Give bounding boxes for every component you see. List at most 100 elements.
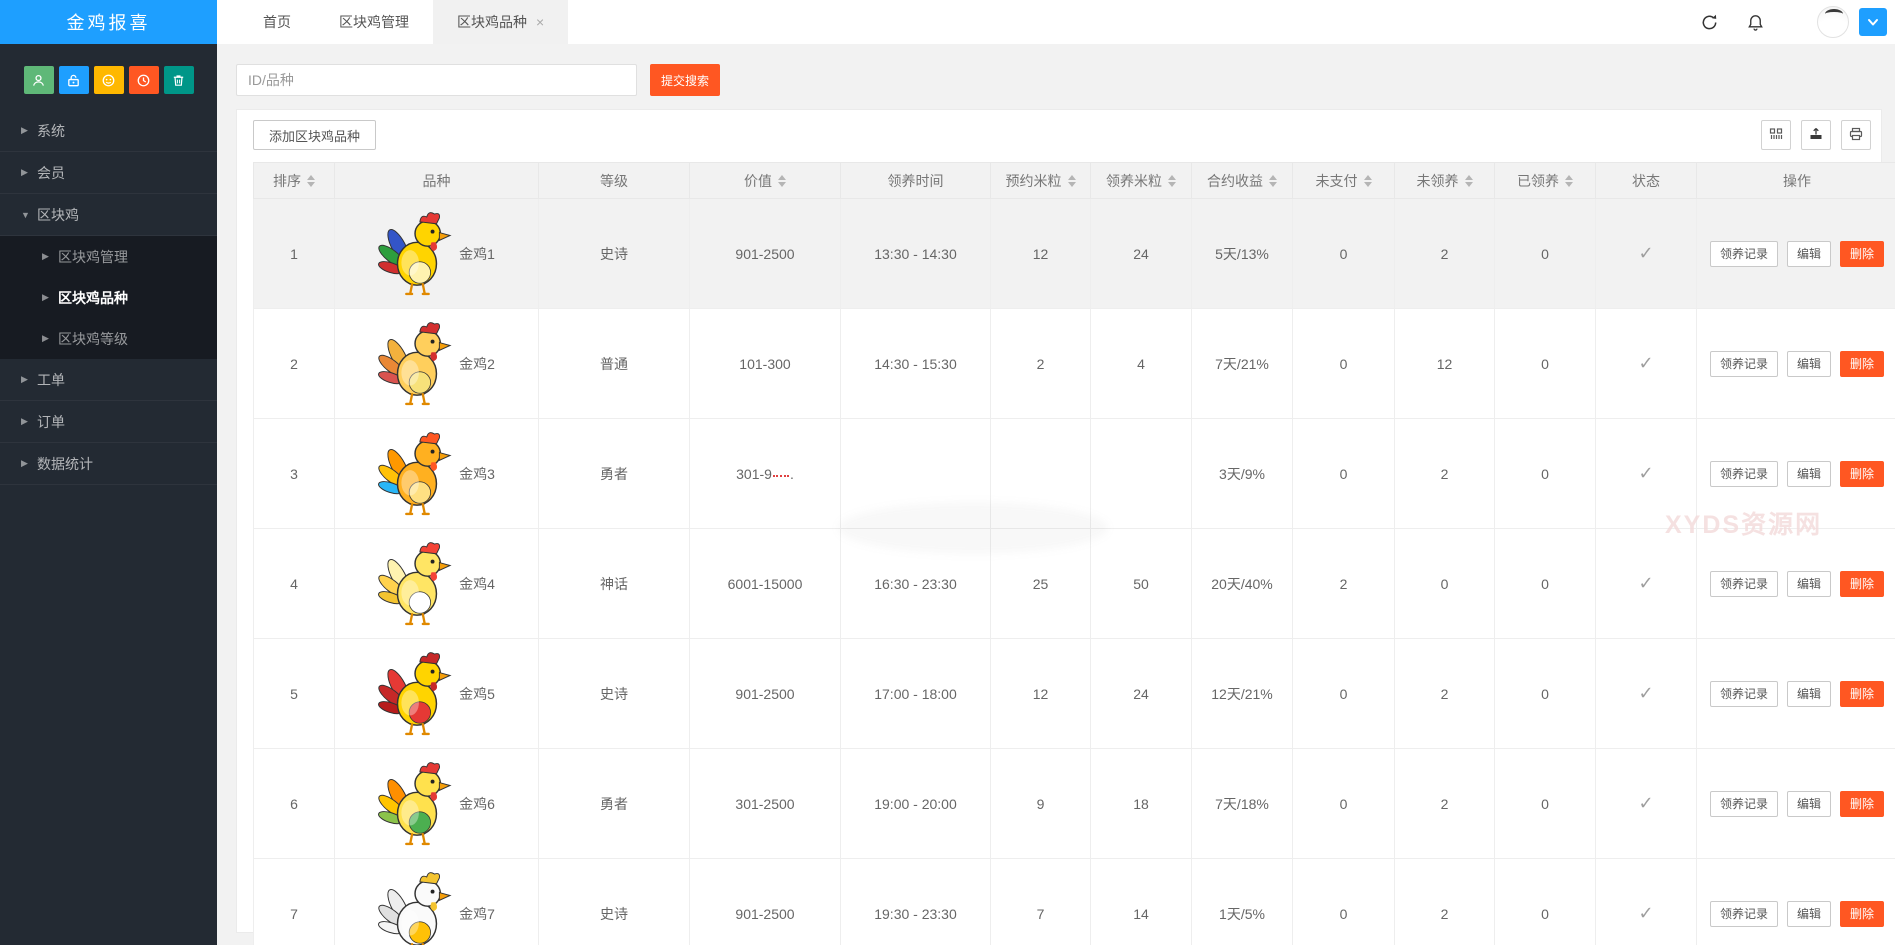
tab-label: 首页 xyxy=(263,14,291,30)
sort-icon[interactable] xyxy=(1067,174,1076,187)
sidebar-item-订单[interactable]: ▶ 订单 xyxy=(0,401,217,443)
delete-button[interactable]: 删除 xyxy=(1840,570,1885,597)
sort-icon[interactable] xyxy=(307,174,315,187)
tab-close-icon[interactable]: × xyxy=(536,15,544,29)
chicken-image xyxy=(378,651,452,735)
quick-trash-icon-button[interactable] xyxy=(163,66,194,94)
cell-value: 901-2500 xyxy=(689,858,841,945)
cell-value: 901-2500 xyxy=(735,245,795,262)
edit-button[interactable]: 编辑 xyxy=(1786,680,1831,707)
tab-首页[interactable]: 首页 xyxy=(239,0,315,44)
columns-icon xyxy=(1768,126,1784,145)
adopt-records-button[interactable]: 领养记录 xyxy=(1709,350,1778,377)
sidebar-item-会员[interactable]: ▶ 会员 xyxy=(0,152,217,194)
sort-icon[interactable] xyxy=(1168,174,1176,187)
sidebar-subitem-label: 区块鸡等级 xyxy=(58,330,128,347)
edit-button[interactable]: 编辑 xyxy=(1786,460,1831,487)
sidebar-item-工单[interactable]: ▶ 工单 xyxy=(0,359,217,401)
status-check-icon: ✓ xyxy=(1638,353,1654,373)
column-header-合约收益[interactable]: 合约收益 xyxy=(1191,162,1293,199)
column-header-领养米粒[interactable]: 领养米粒 xyxy=(1090,162,1192,199)
delete-button[interactable]: 删除 xyxy=(1840,680,1885,707)
refresh-icon[interactable] xyxy=(1693,6,1725,38)
cell-breed: 金鸡5 xyxy=(335,647,538,741)
tab-区块鸡品种[interactable]: 区块鸡品种 × xyxy=(433,0,569,44)
cell-contract-profit: 7天/18% xyxy=(1191,748,1293,859)
export-icon-button[interactable] xyxy=(1801,120,1831,150)
user-dropdown-button[interactable] xyxy=(1859,8,1887,36)
sort-icon[interactable] xyxy=(778,174,786,187)
edit-button[interactable]: 编辑 xyxy=(1786,350,1831,377)
sidebar-item-系统[interactable]: ▶ 系统 xyxy=(0,110,217,152)
sort-icon[interactable] xyxy=(1565,174,1573,187)
delete-button[interactable]: 删除 xyxy=(1840,240,1885,267)
sort-icon[interactable] xyxy=(1363,174,1372,187)
notifications-bell-icon[interactable] xyxy=(1739,6,1771,38)
user-avatar[interactable] xyxy=(1817,6,1849,38)
column-header-未领养[interactable]: 未领养 xyxy=(1394,162,1495,199)
sidebar-item-数据统计[interactable]: ▶ 数据统计 xyxy=(0,443,217,485)
cell-unpaid: 0 xyxy=(1292,858,1395,945)
cell-adopt-time: 19:00 - 20:00 xyxy=(840,748,991,859)
delete-button[interactable]: 删除 xyxy=(1840,790,1885,817)
cell-value: 301-9. xyxy=(689,418,841,529)
adopt-records-button[interactable]: 领养记录 xyxy=(1709,900,1778,927)
quick-user-icon-button[interactable] xyxy=(23,66,54,94)
column-header-未支付[interactable]: 未支付 xyxy=(1292,162,1395,199)
chevron-right-icon: ▶ xyxy=(21,125,28,135)
sidebar-subitem-区块鸡等级[interactable]: ▶ 区块鸡等级 xyxy=(0,318,217,359)
columns-icon-button[interactable] xyxy=(1761,120,1791,150)
column-header-预约米粒[interactable]: 预约米粒 xyxy=(990,162,1091,199)
sidebar-menu: ▶ 系统 ▶ 会员 ▼ 区块鸡 ▶ 区块鸡管理 ▶ 区块鸡品种 ▶ 区块鸡等级 ▶ 工单 ▶ 订单 ▶ 数据统计 xyxy=(0,110,217,485)
row-actions: 领养记录 编辑 删除 xyxy=(1697,900,1895,927)
chicken-image xyxy=(378,431,452,515)
column-header-已领养[interactable]: 已领养 xyxy=(1494,162,1596,199)
cell-value: 901-2500 xyxy=(735,905,795,922)
print-icon-button[interactable] xyxy=(1841,120,1871,150)
adopt-records-button[interactable]: 领养记录 xyxy=(1709,460,1778,487)
cell-unadopted: 2 xyxy=(1394,198,1495,309)
quick-lock-icon-button[interactable] xyxy=(58,66,89,94)
column-label: 领养时间 xyxy=(887,172,944,189)
column-header-领养时间: 领养时间 xyxy=(840,162,991,199)
chevron-right-icon: ▶ xyxy=(21,374,28,384)
tab-bar: 首页 区块鸡管理 区块鸡品种 × xyxy=(239,0,569,44)
adopt-records-button[interactable]: 领养记录 xyxy=(1709,240,1778,267)
quick-coin-icon-button[interactable] xyxy=(93,66,124,94)
tab-区块鸡管理[interactable]: 区块鸡管理 xyxy=(315,0,433,44)
breed-name: 金鸡7 xyxy=(459,905,495,922)
sidebar-subitem-区块鸡品种[interactable]: ▶ 区块鸡品种 xyxy=(0,277,217,318)
delete-button[interactable]: 删除 xyxy=(1840,350,1885,377)
cell-value: 6001-15000 xyxy=(727,575,803,592)
sidebar: 金鸡报喜 ▶ 系统 ▶ 会员 ▼ 区块鸡 ▶ 区块鸡管理 ▶ 区块鸡品种 ▶ 区块鸡等级 ▶ 工单 ▶ 订单 ▶… xyxy=(0,0,217,945)
quick-clock-icon-button[interactable] xyxy=(128,66,159,94)
clock-icon xyxy=(136,73,151,88)
edit-button[interactable]: 编辑 xyxy=(1786,790,1831,817)
column-header-排序[interactable]: 排序 xyxy=(253,162,335,199)
cell-reserve-grains: 12 xyxy=(990,638,1091,749)
cell-reserve-grains: 9 xyxy=(990,748,1091,859)
search-input[interactable] xyxy=(236,64,637,96)
sort-icon[interactable] xyxy=(1269,174,1277,187)
submit-search-button[interactable]: 提交搜索 xyxy=(650,64,721,96)
adopt-records-button[interactable]: 领养记录 xyxy=(1709,570,1778,597)
cell-adopted: 0 xyxy=(1494,418,1596,529)
sidebar-item-区块鸡[interactable]: ▼ 区块鸡 xyxy=(0,194,217,236)
edit-button[interactable]: 编辑 xyxy=(1786,900,1831,927)
edit-button[interactable]: 编辑 xyxy=(1786,240,1831,267)
edit-button[interactable]: 编辑 xyxy=(1786,570,1831,597)
delete-button[interactable]: 删除 xyxy=(1840,460,1885,487)
adopt-records-button[interactable]: 领养记录 xyxy=(1709,790,1778,817)
column-label: 品种 xyxy=(422,172,451,189)
sort-icon[interactable] xyxy=(1464,174,1473,187)
row-actions: 领养记录 编辑 删除 xyxy=(1697,790,1895,817)
add-breed-button[interactable]: 添加区块鸡品种 xyxy=(253,120,377,150)
sidebar-subitem-区块鸡管理[interactable]: ▶ 区块鸡管理 xyxy=(0,236,217,277)
adopt-records-button[interactable]: 领养记录 xyxy=(1709,680,1778,707)
delete-button[interactable]: 删除 xyxy=(1840,900,1885,927)
table-row: 2 金鸡2 普通 101-300 14:30 - 15:30 2 4 7天/21% 0 12 0 ✓ 领… xyxy=(253,308,1895,419)
column-header-价值[interactable]: 价值 xyxy=(689,162,841,199)
column-label: 未支付 xyxy=(1315,172,1358,189)
cell-adopt-grains: 50 xyxy=(1090,528,1192,639)
cell-order: 7 xyxy=(253,858,335,945)
